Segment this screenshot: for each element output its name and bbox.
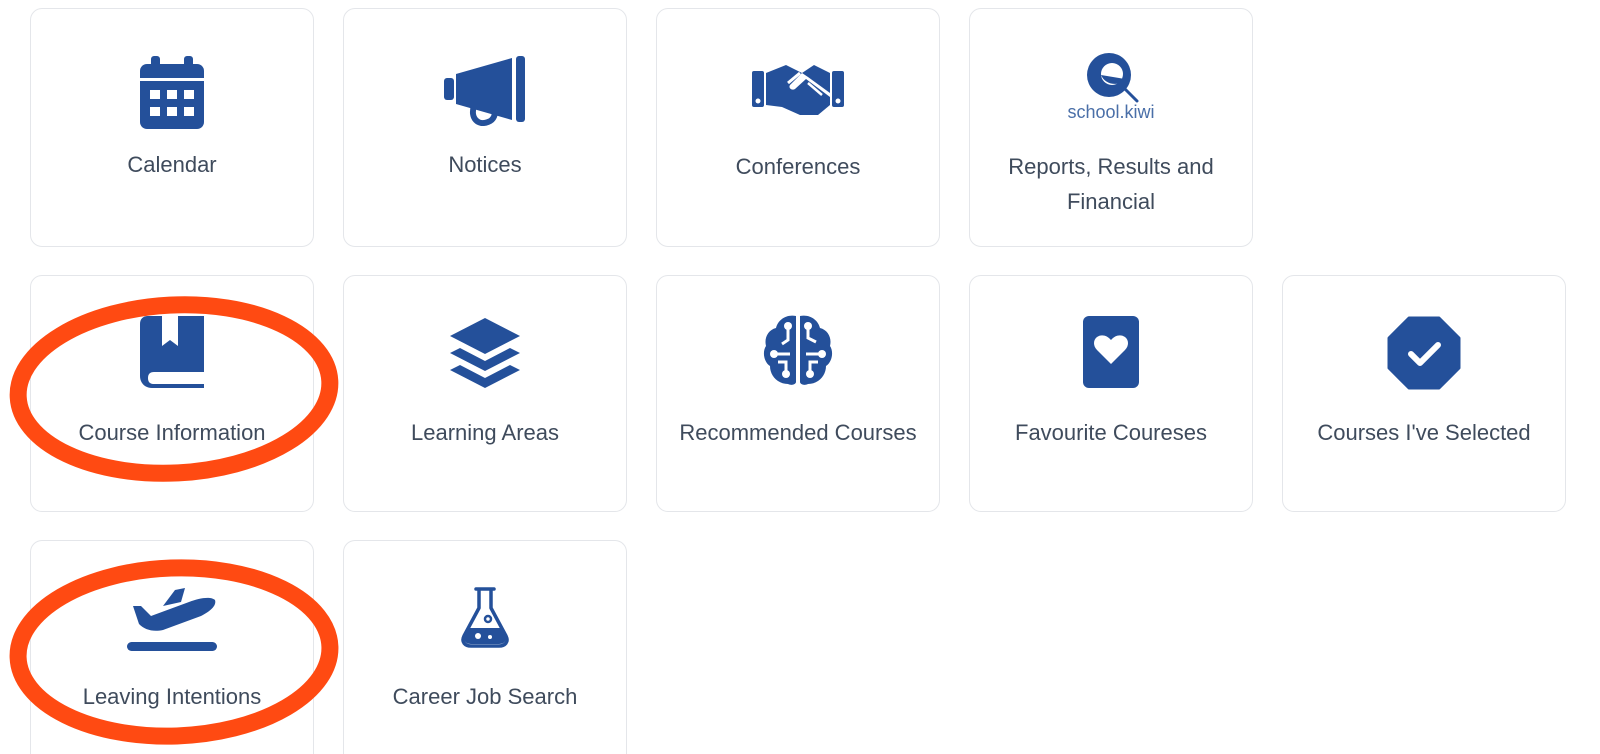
handshake-icon xyxy=(752,65,844,115)
brain-circuit-icon xyxy=(763,315,833,385)
check-badge-icon xyxy=(1387,316,1461,390)
tile-course-information[interactable]: Course Information xyxy=(30,275,314,512)
layers-icon xyxy=(450,318,520,388)
tile-label: Favourite Coureses xyxy=(1015,420,1207,445)
tile-notices[interactable]: Notices xyxy=(343,8,627,247)
tile-calendar[interactable]: Calendar xyxy=(30,8,314,247)
tile-label: Learning Areas xyxy=(411,420,559,445)
megaphone-icon xyxy=(444,56,525,126)
calendar-icon xyxy=(140,56,204,129)
book-icon xyxy=(140,316,204,388)
flask-icon xyxy=(461,587,509,648)
school-kiwi-logo-text: school.kiwi xyxy=(1067,102,1155,122)
tile-label: Reports, Results and Financial xyxy=(1008,154,1214,214)
tile-reports[interactable]: school.kiwi Reports, Results and Financi… xyxy=(969,8,1253,247)
school-kiwi-logo xyxy=(1087,53,1139,103)
tile-courses-selected[interactable]: Courses I've Selected xyxy=(1282,275,1566,512)
tile-label: Career Job Search xyxy=(392,684,578,709)
plane-departure-icon xyxy=(127,588,217,651)
tile-label: Calendar xyxy=(127,152,217,177)
heart-card-icon xyxy=(1083,316,1139,388)
tile-label: Course Information xyxy=(78,420,266,445)
tile-label: Recommended Courses xyxy=(679,420,917,445)
tile-learning-areas[interactable]: Learning Areas xyxy=(343,275,627,512)
tile-leaving-intentions[interactable]: Leaving Intentions xyxy=(30,540,314,754)
tile-label: Conferences xyxy=(735,154,861,179)
tile-label: Notices xyxy=(448,152,522,177)
tile-label: Courses I've Selected xyxy=(1317,420,1531,445)
tile-recommended-courses[interactable]: Recommended Courses xyxy=(656,275,940,512)
tile-label: Leaving Intentions xyxy=(82,684,262,709)
tile-favourite-courses[interactable]: Favourite Coureses xyxy=(969,275,1253,512)
tile-conferences[interactable]: Conferences xyxy=(656,8,940,247)
tile-career-job-search[interactable]: Career Job Search xyxy=(343,540,627,754)
